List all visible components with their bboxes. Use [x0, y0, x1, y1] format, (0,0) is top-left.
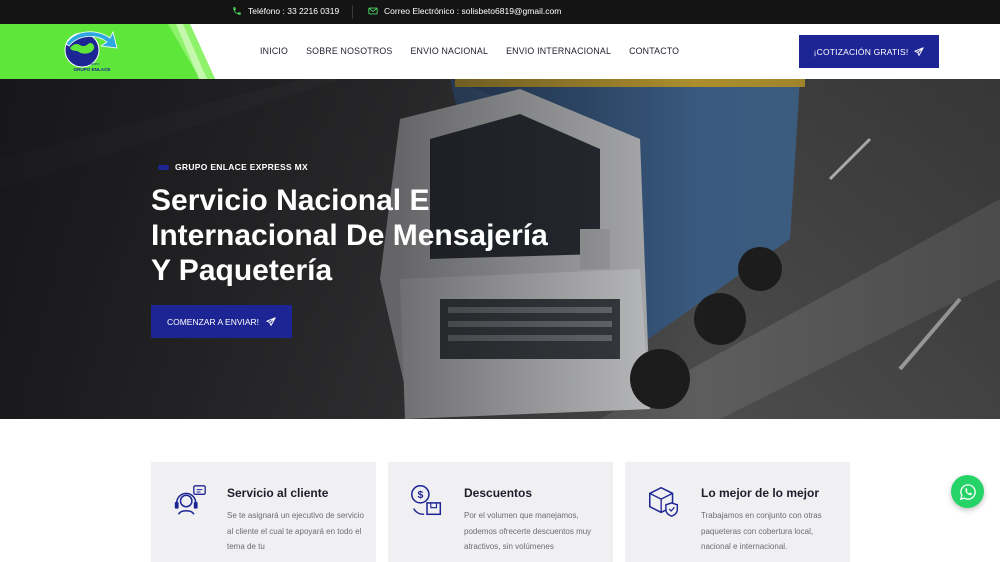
card-text: Por el volumen que manejamos, podemos of…: [464, 511, 592, 551]
discount-money-icon: $: [411, 485, 442, 516]
topbar-divider: [352, 5, 353, 19]
card-text: Se te asignará un ejecutivo de servicio …: [227, 511, 364, 551]
whatsapp-icon: [959, 483, 976, 500]
hero-eyebrow: GRUPO ENLACE EXPRESS MX: [158, 162, 308, 172]
card-title: Servicio al cliente: [227, 486, 329, 500]
feature-card-servicio: Servicio al cliente Se te asignará un ej…: [151, 462, 376, 562]
logo-text: GRUPO ENLACE: [73, 67, 110, 72]
paper-plane-icon: [914, 46, 925, 56]
top-bar: Teléfono : 33 2216 0319 Correo Electróni…: [0, 0, 1000, 24]
envelope-icon: [368, 7, 378, 15]
start-sending-button[interactable]: COMENZAR A ENVIAR!: [151, 305, 292, 338]
start-sending-label: COMENZAR A ENVIAR!: [166, 316, 260, 327]
email-contact[interactable]: Correo Electrónico : solisbeto6819@gmail…: [368, 6, 561, 16]
free-quote-label: ¡COTIZACIÓN GRATIS!: [813, 46, 909, 57]
eyebrow-text: GRUPO ENLACE EXPRESS MX: [175, 162, 309, 172]
paper-plane-icon: [266, 316, 276, 326]
nav-item-inicio[interactable]: INICIO: [260, 46, 288, 56]
logo-block[interactable]: GRUPO ENLACE GRUPO: [0, 24, 215, 79]
hero-banner: GRUPO ENLACE EXPRESS MX Servicio Naciona…: [0, 79, 1000, 419]
card-title: Descuentos: [464, 486, 533, 500]
nav-item-sobre-nosotros[interactable]: SOBRE NOSOTROS: [306, 46, 392, 56]
phone-icon: [233, 7, 241, 15]
package-shield-icon: [648, 486, 679, 517]
globe-arrow-icon: GRUPO ENLACE GRUPO: [64, 30, 118, 72]
email-text: Correo Electrónico : solisbeto6819@gmail…: [384, 6, 562, 16]
nav-item-contacto[interactable]: CONTACTO: [629, 46, 679, 56]
phone-contact[interactable]: Teléfono : 33 2216 0319: [232, 6, 339, 16]
nav-item-envio-nacional[interactable]: ENVIO NACIONAL: [410, 46, 488, 56]
phone-text: Teléfono : 33 2216 0319: [248, 6, 340, 16]
feature-card-descuentos: $ Descuentos Por el volumen que manejamo…: [388, 462, 613, 562]
svg-text:$: $: [417, 490, 423, 501]
eyebrow-dash: [158, 164, 169, 170]
customer-service-icon: [174, 485, 206, 515]
main-nav: INICIO SOBRE NOSOTROS ENVIO NACIONAL ENV…: [260, 46, 697, 56]
card-text: Trabajamos en conjunto con otras paquete…: [701, 511, 822, 551]
feature-card-lo-mejor: Lo mejor de lo mejor Trabajamos en conju…: [625, 462, 850, 562]
hero-title: Servicio Nacional E Internacional De Men…: [151, 184, 548, 287]
whatsapp-chat-button[interactable]: [951, 475, 984, 508]
nav-item-envio-internacional[interactable]: ENVIO INTERNACIONAL: [506, 46, 611, 56]
card-title: Lo mejor de lo mejor: [701, 486, 820, 500]
free-quote-button[interactable]: ¡COTIZACIÓN GRATIS!: [799, 35, 939, 68]
logo-subtext: GRUPO: [88, 62, 100, 66]
